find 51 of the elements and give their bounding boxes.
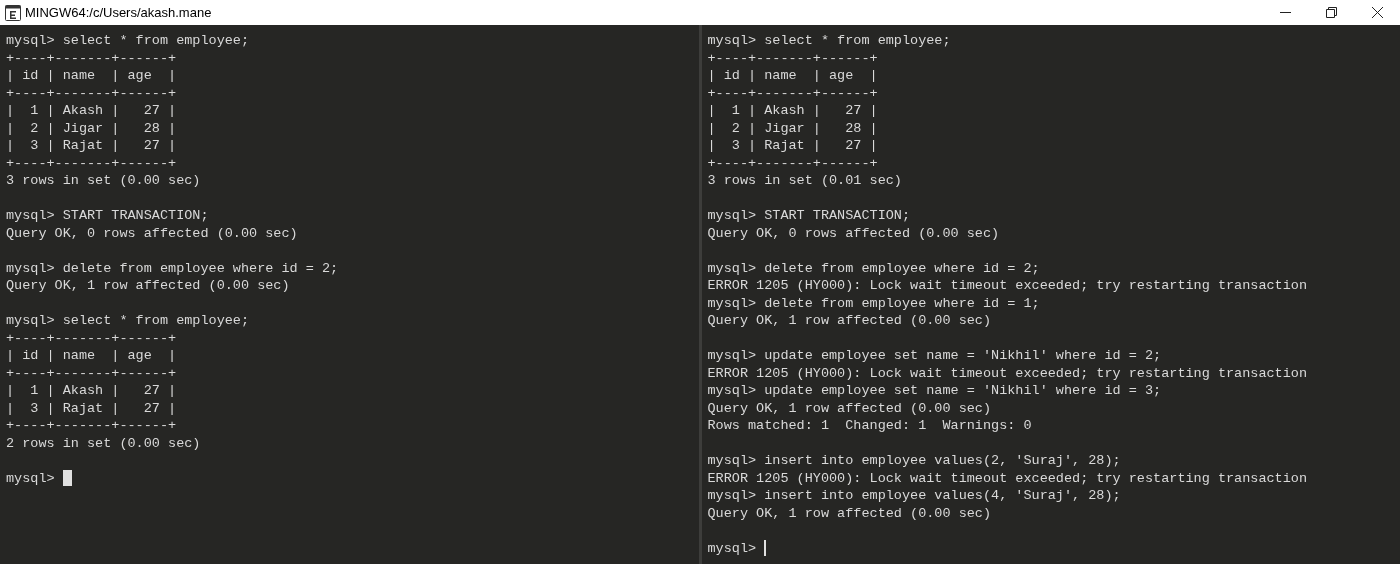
terminal-line: Query OK, 1 row affected (0.00 sec) xyxy=(707,312,992,330)
terminal-line: | 2 | Jigar | 28 | xyxy=(6,119,177,137)
terminal-line: mysql> select * from employee; xyxy=(707,32,951,50)
terminal-line: +----+-------+------+ xyxy=(6,154,177,172)
terminal-line: +----+-------+------+ xyxy=(707,49,878,67)
terminal-line: mysql> insert into employee values(2, 'Suraj', 28); xyxy=(707,452,1121,470)
terminal-line: mysql> select * from employee; xyxy=(6,32,250,50)
terminal-line: +----+-------+------+ xyxy=(6,329,177,347)
close-icon xyxy=(1371,7,1383,18)
terminal-line: mysql> update employee set name = 'Nikhil' where id = 3; xyxy=(707,382,1162,400)
terminal-line: Query OK, 1 row affected (0.00 sec) xyxy=(6,277,290,295)
terminal-line: mysql> insert into employee values(4, 'Suraj', 28); xyxy=(707,487,1121,505)
terminal-line: | 2 | Jigar | 28 | xyxy=(707,119,878,137)
terminal-line: mysql> select * from employee; xyxy=(6,312,250,330)
terminal-prompt: mysql> xyxy=(6,469,55,487)
terminal-line: +----+-------+------+ xyxy=(6,417,177,435)
terminal-line: mysql> START TRANSACTION; xyxy=(707,207,911,225)
terminal-line: ERROR 1205 (HY000): Lock wait timeout exceeded; try restarting transaction xyxy=(707,469,1307,487)
terminal-line: +----+-------+------+ xyxy=(6,364,177,382)
terminal-line: Query OK, 1 row affected (0.00 sec) xyxy=(707,399,992,417)
terminal-line: 2 rows in set (0.00 sec) xyxy=(6,434,201,452)
terminal-icon xyxy=(5,4,21,21)
terminal-line: 3 rows in set (0.01 sec) xyxy=(707,172,902,190)
terminal-line: Query OK, 0 rows affected (0.00 sec) xyxy=(707,224,1000,242)
terminal-line: | id | name | age | xyxy=(6,67,177,85)
terminal-line: mysql> delete from employee where id = 2; xyxy=(707,259,1040,277)
terminal-line: ERROR 1205 (HY000): Lock wait timeout exceeded; try restarting transaction xyxy=(707,364,1307,382)
terminal-line: +----+-------+------+ xyxy=(6,84,177,102)
terminal-line: mysql> START TRANSACTION; xyxy=(6,207,209,225)
terminal-line: | 1 | Akash | 27 | xyxy=(6,382,177,400)
terminal-line: Rows matched: 1 Changed: 1 Warnings: 0 xyxy=(707,417,1032,435)
terminal-line: | 1 | Akash | 27 | xyxy=(707,102,878,120)
terminal-line: | 3 | Rajat | 27 | xyxy=(707,137,878,155)
restore-icon xyxy=(1325,7,1337,18)
terminal-line: mysql> delete from employee where id = 2; xyxy=(6,259,339,277)
terminal-line: | 3 | Rajat | 27 | xyxy=(6,399,177,417)
window-title: MINGW64:/c/Users/akash.mane xyxy=(25,3,212,22)
terminal-line: | 1 | Akash | 27 | xyxy=(6,102,177,120)
terminal-line: | 3 | Rajat | 27 | xyxy=(6,137,177,155)
terminal-line: Query OK, 1 row affected (0.00 sec) xyxy=(707,504,992,522)
terminal-line: +----+-------+------+ xyxy=(6,49,177,67)
terminal-line: Query OK, 0 rows affected (0.00 sec) xyxy=(6,224,298,242)
terminal-line: +----+-------+------+ xyxy=(707,84,878,102)
terminal-line: +----+-------+------+ xyxy=(707,154,878,172)
terminal-line: | id | name | age | xyxy=(6,347,177,365)
terminal-line: mysql> update employee set name = 'Nikhil' where id = 2; xyxy=(707,347,1162,365)
terminal-line: mysql> delete from employee where id = 1; xyxy=(707,294,1040,312)
terminal-prompt: mysql> xyxy=(707,539,757,557)
terminal-line: | id | name | age | xyxy=(707,67,878,85)
terminal-line: 3 rows in set (0.00 sec) xyxy=(6,172,201,190)
terminal-line: ERROR 1205 (HY000): Lock wait timeout exceeded; try restarting transaction xyxy=(707,277,1307,295)
